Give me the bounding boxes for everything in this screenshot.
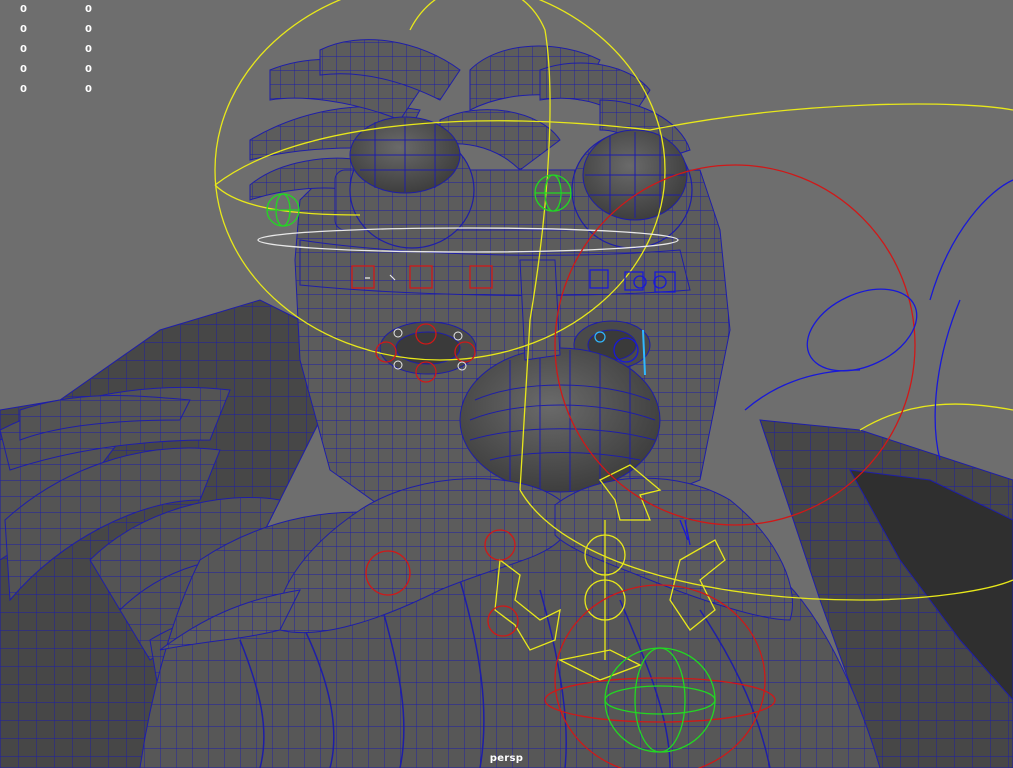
hud-value: 0 xyxy=(85,24,92,35)
hud-value: 0 xyxy=(20,24,27,35)
hud-row: 0 0 xyxy=(20,20,100,40)
hud-readout: 0 0 0 0 0 0 0 0 0 0 xyxy=(20,0,100,100)
character-wireframe-scene[interactable] xyxy=(0,0,1013,768)
hud-value: 0 xyxy=(20,64,27,75)
hud-value: 0 xyxy=(20,4,27,15)
hud-row: 0 0 xyxy=(20,40,100,60)
hud-row: 0 0 xyxy=(20,0,100,20)
hud-value: 0 xyxy=(20,84,27,95)
hud-row: 0 0 xyxy=(20,60,100,80)
hud-value: 0 xyxy=(20,44,27,55)
hud-value: 0 xyxy=(85,44,92,55)
hud-value: 0 xyxy=(85,4,92,15)
maya-viewport[interactable]: 0 0 0 0 0 0 0 0 0 0 persp xyxy=(0,0,1013,768)
camera-name-label: persp xyxy=(489,753,524,764)
hud-value: 0 xyxy=(85,64,92,75)
hud-row: 0 0 xyxy=(20,80,100,100)
hud-value: 0 xyxy=(85,84,92,95)
